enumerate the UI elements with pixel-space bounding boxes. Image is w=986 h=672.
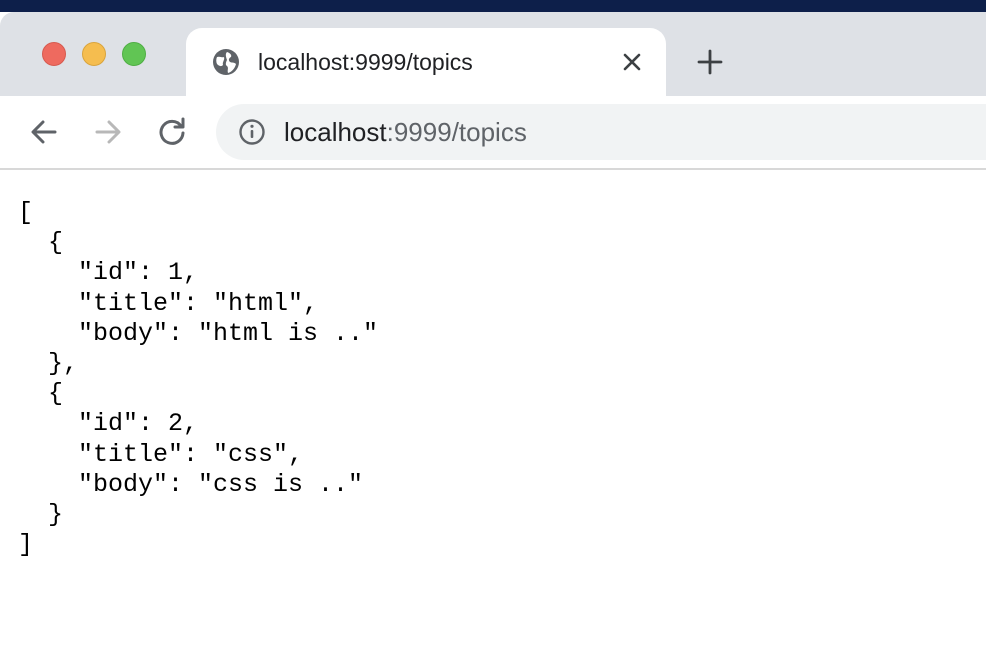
json-line: ] <box>18 530 34 560</box>
desktop-background-strip <box>0 0 986 12</box>
json-line: } <box>18 500 64 530</box>
window-minimize-button[interactable] <box>82 42 106 66</box>
active-tab[interactable]: localhost:9999/topics <box>186 28 666 96</box>
info-icon[interactable] <box>238 118 266 146</box>
json-line: [ <box>18 198 34 227</box>
close-icon[interactable] <box>618 48 646 76</box>
json-line: "id": 2, <box>18 409 199 439</box>
url-path: :9999/topics <box>386 117 527 147</box>
address-url[interactable]: localhost:9999/topics <box>284 117 527 147</box>
json-line: { <box>18 228 64 258</box>
address-bar[interactable]: localhost:9999/topics <box>216 104 986 160</box>
json-line: { <box>18 379 64 409</box>
json-line: "title": "html", <box>18 288 319 318</box>
tab-title: localhost:9999/topics <box>258 49 473 75</box>
globe-icon <box>213 49 239 75</box>
forward-arrow-icon[interactable] <box>90 114 126 150</box>
browser-toolbar: localhost:9999/topics <box>0 96 986 170</box>
json-line: "body": "css is .." <box>18 469 364 499</box>
url-host: localhost <box>284 117 387 147</box>
window-close-button[interactable] <box>42 42 66 66</box>
json-line: "title": "css", <box>18 439 304 469</box>
plus-icon[interactable] <box>694 46 726 78</box>
window-maximize-button[interactable] <box>122 42 146 66</box>
back-arrow-icon[interactable] <box>26 114 62 150</box>
reload-icon[interactable] <box>154 114 190 150</box>
json-line: "id": 1, <box>18 258 199 288</box>
json-line: "body": "html is .." <box>18 318 379 348</box>
json-response-body: [ { "id": 1, "title": "html", "body": "h… <box>18 198 378 560</box>
json-line: }, <box>18 349 79 379</box>
